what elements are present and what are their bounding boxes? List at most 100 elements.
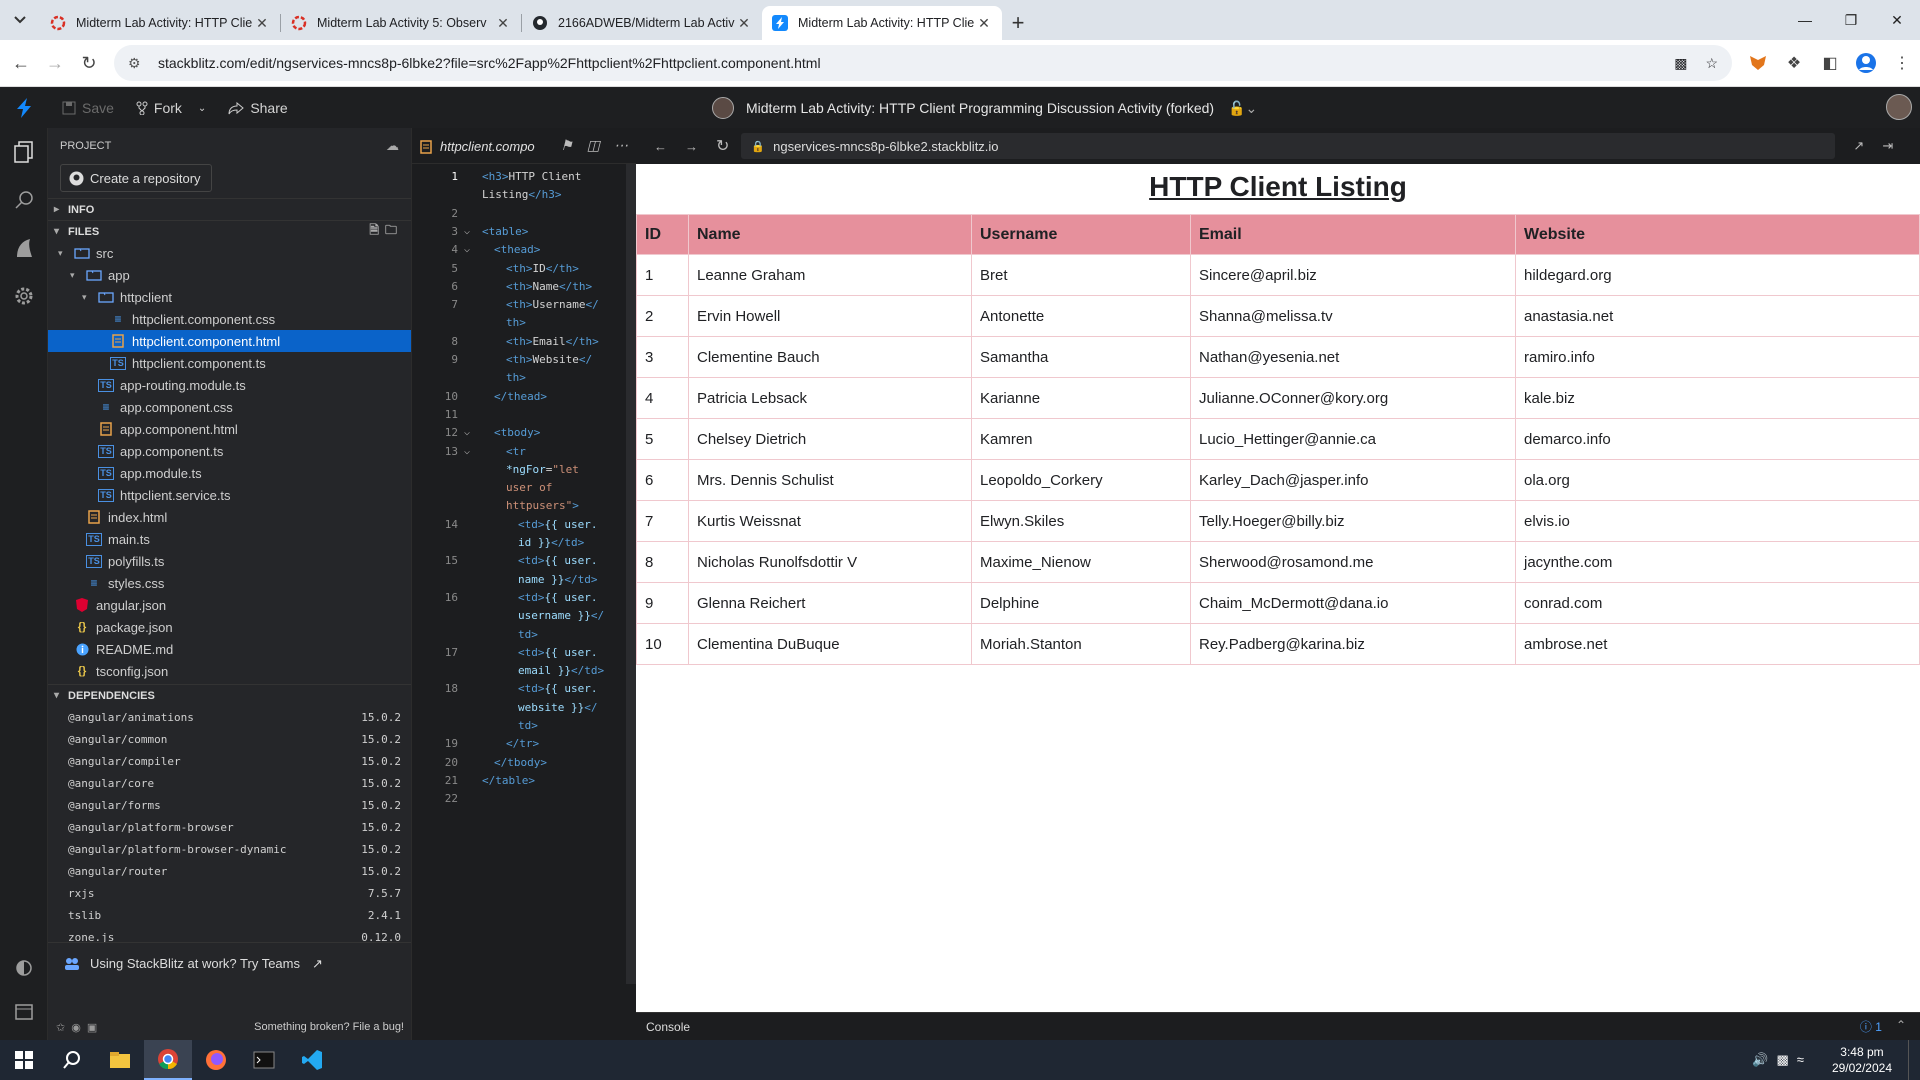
new-tab-button[interactable]: +	[1002, 6, 1034, 40]
forward-icon[interactable]: →	[38, 46, 72, 80]
dependency-item[interactable]: @angular/core 15.0.2	[48, 772, 411, 794]
install-app-icon[interactable]: ▩	[1674, 55, 1687, 72]
file-item[interactable]: angular.json	[48, 594, 411, 616]
file-item[interactable]: {} package.json	[48, 616, 411, 638]
fold-chevron-icon[interactable]: ⌵	[464, 443, 470, 461]
restore-icon[interactable]: ❐	[1828, 0, 1874, 40]
preview-reload-icon[interactable]: ↻	[716, 136, 729, 156]
console-info-count[interactable]: ⓘ 1	[1860, 1018, 1882, 1035]
code-area[interactable]: 1 <h3>HTTP Client Listing</h3> 2 3 ⌵ <table> 4 ⌵…	[412, 164, 636, 1024]
close-tab-icon[interactable]: ✕	[976, 15, 992, 31]
file-item[interactable]: TS httpclient.service.ts	[48, 484, 411, 506]
search-icon[interactable]	[0, 176, 48, 224]
back-icon[interactable]: ←	[4, 46, 38, 80]
vscode-icon[interactable]	[288, 1040, 336, 1080]
more-actions-icon[interactable]: ⋯	[614, 137, 628, 154]
info-section-toggle[interactable]: ▸ INFO	[48, 198, 411, 220]
dependency-item[interactable]: tslib 2.4.1	[48, 904, 411, 926]
network-icon[interactable]: ▩	[1777, 1052, 1797, 1067]
lock-icon[interactable]: 🔓⌄	[1228, 100, 1257, 117]
collapse-preview-icon[interactable]: ⇥	[1882, 138, 1893, 154]
fork-button[interactable]: Fork ⌄	[136, 100, 206, 116]
dependency-item[interactable]: @angular/compiler 15.0.2	[48, 750, 411, 772]
file-item[interactable]: httpclient.component.html	[48, 330, 411, 352]
dependency-item[interactable]: @angular/router 15.0.2	[48, 860, 411, 882]
dependency-item[interactable]: @angular/animations 15.0.2	[48, 706, 411, 728]
reload-icon[interactable]: ↻	[72, 46, 106, 80]
github-footer-icon[interactable]: ◉	[71, 1022, 87, 1034]
file-item[interactable]: app.component.html	[48, 418, 411, 440]
new-folder-icon[interactable]: 🗀	[385, 223, 403, 237]
fold-chevron-icon[interactable]: ⌵	[464, 241, 470, 259]
preview-toggle-icon[interactable]: ⚑	[560, 137, 573, 154]
profile-icon[interactable]	[1848, 45, 1884, 81]
file-item[interactable]: ≡ styles.css	[48, 572, 411, 594]
stackblitz-bolt-icon[interactable]	[0, 98, 48, 118]
show-desktop-button[interactable]	[1908, 1040, 1920, 1080]
fold-chevron-icon[interactable]: ⌵	[464, 424, 470, 442]
browser-tab-1[interactable]: Midterm Lab Activity: HTTP Clie ✕	[40, 6, 280, 40]
metamask-extension-icon[interactable]	[1740, 45, 1776, 81]
search-icon[interactable]	[48, 1040, 96, 1080]
file-item[interactable]: TS main.ts	[48, 528, 411, 550]
file-item[interactable]: TS httpclient.component.ts	[48, 352, 411, 374]
address-bar[interactable]: ⚙ stackblitz.com/edit/ngservices-mncs8p-…	[114, 45, 1732, 81]
cloud-upload-icon[interactable]: ☁	[386, 138, 399, 154]
windows-start-icon[interactable]	[0, 1040, 48, 1080]
file-item[interactable]: index.html	[48, 506, 411, 528]
tab-search-button[interactable]	[0, 0, 40, 40]
file-item[interactable]: TS app.component.ts	[48, 440, 411, 462]
project-title[interactable]: Midterm Lab Activity: HTTP Client Progra…	[712, 88, 1257, 128]
file-item[interactable]: TS app.module.ts	[48, 462, 411, 484]
preview-back-icon[interactable]: ←	[654, 139, 667, 154]
editor-tab-httpclient-html[interactable]: httpclient.compo	[420, 137, 560, 154]
close-tab-icon[interactable]: ✕	[254, 15, 270, 31]
try-teams-banner[interactable]: Using StackBlitz at work? Try Teams ↗	[48, 942, 411, 984]
browser-tab-3[interactable]: 2166ADWEB/Midterm Lab Activ ✕	[522, 6, 762, 40]
preview-url-bar[interactable]: 🔒 ngservices-mncs8p-6lbke2.stackblitz.io	[741, 133, 1836, 159]
close-tab-icon[interactable]: ✕	[495, 15, 511, 31]
dependency-item[interactable]: @angular/platform-browser-dynamic 15.0.2	[48, 838, 411, 860]
minimize-icon[interactable]: —	[1782, 0, 1828, 40]
save-button[interactable]: Save	[62, 100, 114, 116]
close-tab-icon[interactable]: ✕	[736, 15, 752, 31]
dependencies-section-toggle[interactable]: ▾ DEPENDENCIES	[48, 684, 411, 706]
file-item[interactable]: TS polyfills.ts	[48, 550, 411, 572]
folder-item[interactable]: ▾ src	[48, 242, 411, 264]
chrome-icon[interactable]	[144, 1040, 192, 1080]
browser-menu-icon[interactable]: ⋮	[1884, 45, 1920, 81]
extensions-icon[interactable]	[0, 224, 48, 272]
dependency-item[interactable]: @angular/common 15.0.2	[48, 728, 411, 750]
side-panel-icon[interactable]: ◧	[1812, 45, 1848, 81]
new-file-icon[interactable]: 🗎	[369, 223, 385, 237]
theme-toggle-icon[interactable]	[0, 944, 48, 992]
file-bug-link[interactable]: Something broken? File a bug!	[254, 1021, 404, 1033]
bookmark-star-icon[interactable]: ☆	[1705, 55, 1718, 72]
editor-scrollbar[interactable]	[626, 164, 636, 984]
folder-item[interactable]: ▾ app	[48, 264, 411, 286]
user-avatar[interactable]	[1886, 94, 1912, 120]
firefox-icon[interactable]	[192, 1040, 240, 1080]
browser-tab-2[interactable]: Midterm Lab Activity 5: Observ ✕	[281, 6, 521, 40]
browser-tab-4[interactable]: Midterm Lab Activity: HTTP Clie ✕	[762, 6, 1002, 40]
split-editor-icon[interactable]: ◫	[587, 137, 600, 154]
file-item[interactable]: {} tsconfig.json	[48, 660, 411, 682]
file-item[interactable]: ≡ httpclient.component.css	[48, 308, 411, 330]
dependency-item[interactable]: rxjs 7.5.7	[48, 882, 411, 904]
fold-chevron-icon[interactable]: ⌵	[464, 223, 470, 241]
close-window-icon[interactable]: ✕	[1874, 0, 1920, 40]
folder-item[interactable]: ▾ httpclient	[48, 286, 411, 308]
files-icon[interactable]	[0, 128, 48, 176]
files-section-toggle[interactable]: ▾ FILES 🗎🗀	[48, 220, 411, 242]
console-bar[interactable]: Console ⓘ 1 ⌃	[636, 1012, 1920, 1040]
volume-icon[interactable]: 🔊	[1752, 1052, 1776, 1067]
preview-forward-icon[interactable]: →	[685, 139, 698, 154]
file-item[interactable]: README.md	[48, 638, 411, 660]
extensions-puzzle-icon[interactable]: ❖	[1776, 45, 1812, 81]
terminal-icon[interactable]	[240, 1040, 288, 1080]
open-new-window-icon[interactable]: ↗	[1853, 138, 1864, 154]
panel-layout-icon[interactable]	[0, 988, 48, 1036]
clock[interactable]: 3:48 pm 29/02/2024	[1832, 1044, 1892, 1076]
create-repository-button[interactable]: Create a repository	[60, 164, 212, 192]
site-info-icon[interactable]: ⚙	[128, 55, 148, 72]
